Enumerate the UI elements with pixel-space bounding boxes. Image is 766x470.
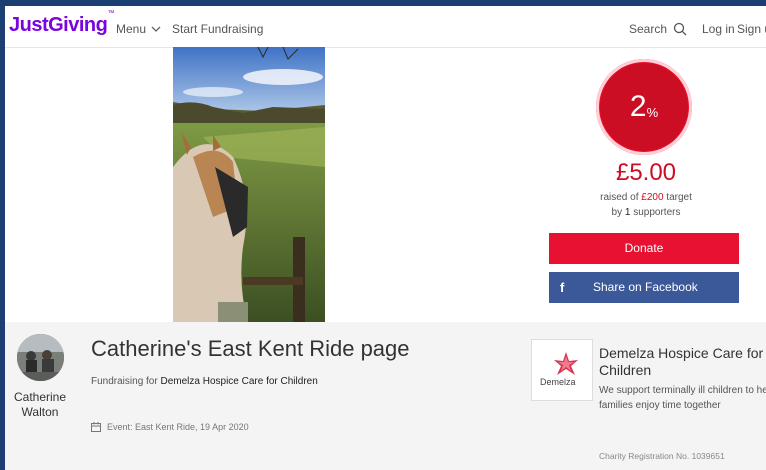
donate-button[interactable]: Donate	[549, 233, 739, 264]
event-text: Event: East Kent Ride, 19 Apr 2020	[107, 422, 249, 432]
search-icon	[673, 22, 687, 36]
progress-percentage-circle: 2 %	[596, 59, 692, 155]
owner-name[interactable]: Catherine Walton	[11, 390, 69, 420]
progress-percent-sign: %	[646, 104, 659, 120]
charity-logo[interactable]: Demelza	[531, 339, 593, 401]
justgiving-logo[interactable]: JustGiving™	[9, 10, 114, 37]
target-amount: £200	[641, 192, 664, 203]
menu-button[interactable]: Menu	[116, 22, 161, 36]
search-button[interactable]: Search	[629, 22, 687, 36]
page-frame: JustGiving™ Menu Start Fundraising Searc…	[5, 6, 766, 470]
search-label: Search	[629, 22, 668, 36]
page-title: Catherine's East Kent Ride page	[91, 336, 410, 361]
amount-raised: £5.00	[615, 159, 677, 186]
supporters-count: 1	[624, 207, 631, 218]
calendar-icon	[91, 422, 101, 432]
start-fundraising-link[interactable]: Start Fundraising	[172, 22, 263, 36]
target-text: raised of £200 target	[600, 192, 692, 203]
charity-name[interactable]: Demelza Hospice Care for Children	[599, 345, 766, 379]
charity-link[interactable]: Demelza Hospice Care for Children	[160, 376, 317, 387]
facebook-icon: f	[560, 280, 565, 295]
login-link[interactable]: Log in	[702, 22, 735, 36]
supporters-text: by 1 supporters	[611, 207, 681, 218]
fundraising-for-text: Fundraising for Demelza Hospice Care for…	[91, 376, 318, 387]
progress-percent: 2	[629, 90, 647, 123]
share-facebook-label: Share on Facebook	[593, 280, 698, 294]
menu-label: Menu	[116, 22, 147, 36]
charity-registration: Charity Registration No. 1039651	[599, 451, 725, 461]
charity-description: We support terminally ill children to he…	[599, 385, 766, 411]
page-details-section: Catherine Walton Catherine's East Kent R…	[5, 322, 766, 470]
top-navigation: JustGiving™ Menu Start Fundraising Searc…	[5, 6, 766, 48]
owner-avatar[interactable]	[17, 334, 64, 381]
share-on-facebook-button[interactable]: f Share on Facebook	[549, 272, 739, 303]
charity-logo-text: Demelza	[540, 377, 576, 387]
event-info: Event: East Kent Ride, 19 Apr 2020	[91, 422, 249, 432]
signup-link[interactable]: Sign u	[737, 22, 766, 36]
page-cover-photo	[173, 47, 325, 322]
chevron-down-icon	[151, 26, 161, 32]
